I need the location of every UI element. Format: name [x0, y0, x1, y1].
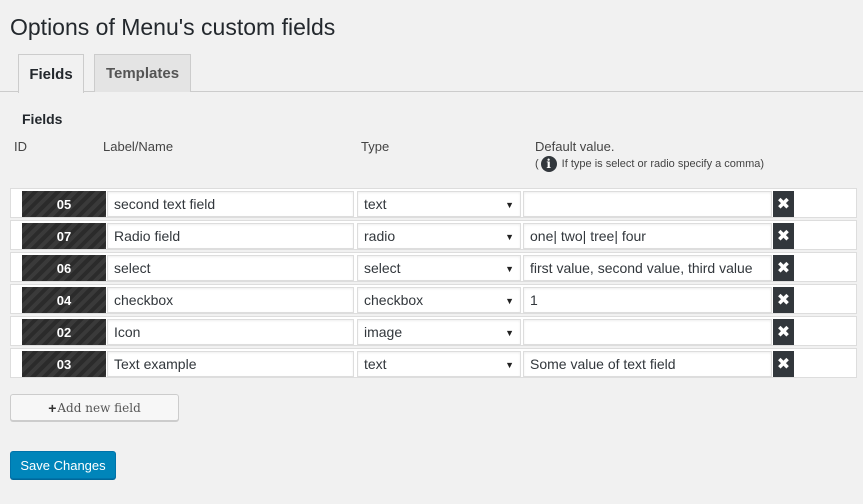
- field-id-handle[interactable]: 02: [22, 319, 106, 345]
- chevron-down-icon: ▼: [505, 296, 514, 306]
- field-row: 03 Text example text ▼ Some value of text…: [10, 348, 857, 378]
- chevron-down-icon: ▼: [505, 200, 514, 210]
- field-type-select[interactable]: radio ▼: [357, 223, 521, 249]
- field-type-select[interactable]: select ▼: [357, 255, 521, 281]
- field-type-value: text: [364, 196, 387, 212]
- chevron-down-icon: ▼: [505, 328, 514, 338]
- remove-field-button[interactable]: ✖: [773, 223, 794, 249]
- field-row: 02 Icon image ▼ ✖: [10, 316, 857, 346]
- field-type-value: checkbox: [364, 292, 424, 308]
- field-default-input[interactable]: Some value of text field: [523, 351, 772, 377]
- field-name-input[interactable]: select: [107, 255, 354, 281]
- field-id-handle[interactable]: 07: [22, 223, 106, 249]
- field-type-value: image: [364, 324, 403, 340]
- plus-icon: +: [48, 399, 57, 416]
- tab-bar: Fields Templates: [0, 54, 863, 93]
- field-default-input[interactable]: [523, 319, 772, 345]
- field-name-input[interactable]: Text example: [107, 351, 354, 377]
- add-new-field-label: Add new field: [57, 400, 141, 415]
- field-id-handle[interactable]: 06: [22, 255, 106, 281]
- chevron-down-icon: ▼: [505, 264, 514, 274]
- field-default-input[interactable]: [523, 191, 772, 217]
- fields-list: 05 second text field text ▼ ✖ 07 Radio fi…: [10, 188, 857, 380]
- column-header-default: Default value.: [535, 139, 615, 154]
- field-type-select[interactable]: checkbox ▼: [357, 287, 521, 313]
- page-title: Options of Menu's custom fields: [10, 14, 336, 40]
- column-header-id: ID: [14, 139, 27, 154]
- field-default-input[interactable]: 1: [523, 287, 772, 313]
- field-id-handle[interactable]: 05: [22, 191, 106, 217]
- chevron-down-icon: ▼: [505, 232, 514, 242]
- tab-fields[interactable]: Fields: [18, 54, 84, 93]
- field-type-select[interactable]: text ▼: [357, 191, 521, 217]
- remove-field-button[interactable]: ✖: [773, 255, 794, 281]
- tab-templates[interactable]: Templates: [94, 54, 191, 92]
- field-type-value: radio: [364, 228, 396, 244]
- remove-field-button[interactable]: ✖: [773, 351, 794, 377]
- field-name-input[interactable]: second text field: [107, 191, 354, 217]
- field-type-value: text: [364, 356, 387, 372]
- field-id-handle[interactable]: 03: [22, 351, 106, 377]
- field-name-input[interactable]: Icon: [107, 319, 354, 345]
- field-type-value: select: [364, 260, 401, 276]
- info-icon: i: [540, 156, 557, 172]
- column-header-label: Label/Name: [103, 139, 174, 154]
- chevron-down-icon: ▼: [505, 360, 514, 370]
- default-value-hint: ( i If type is select or radio specify a…: [535, 156, 764, 172]
- remove-field-button[interactable]: ✖: [773, 287, 794, 313]
- field-default-input[interactable]: first value, second value, third value: [523, 255, 772, 281]
- column-header-type: Type: [361, 139, 390, 154]
- hint-open-paren: (: [535, 158, 539, 170]
- save-changes-button[interactable]: Save Changes: [10, 451, 116, 479]
- field-name-input[interactable]: checkbox: [107, 287, 354, 313]
- remove-field-button[interactable]: ✖: [773, 191, 794, 217]
- field-row: 07 Radio field radio ▼ one| two| tree| fo…: [10, 220, 857, 250]
- hint-text: If type is select or radio specify a com…: [561, 158, 765, 170]
- field-row: 04 checkbox checkbox ▼ 1 ✖: [10, 284, 857, 314]
- field-id-handle[interactable]: 04: [22, 287, 106, 313]
- remove-field-button[interactable]: ✖: [773, 319, 794, 345]
- field-type-select[interactable]: text ▼: [357, 351, 521, 377]
- field-row: 06 select select ▼ first value, second va…: [10, 252, 857, 282]
- field-name-input[interactable]: Radio field: [107, 223, 354, 249]
- field-type-select[interactable]: image ▼: [357, 319, 521, 345]
- section-title: Fields: [22, 111, 63, 127]
- field-default-input[interactable]: one| two| tree| four: [523, 223, 772, 249]
- add-new-field-button[interactable]: + Add new field: [10, 394, 179, 421]
- field-row: 05 second text field text ▼ ✖: [10, 188, 857, 218]
